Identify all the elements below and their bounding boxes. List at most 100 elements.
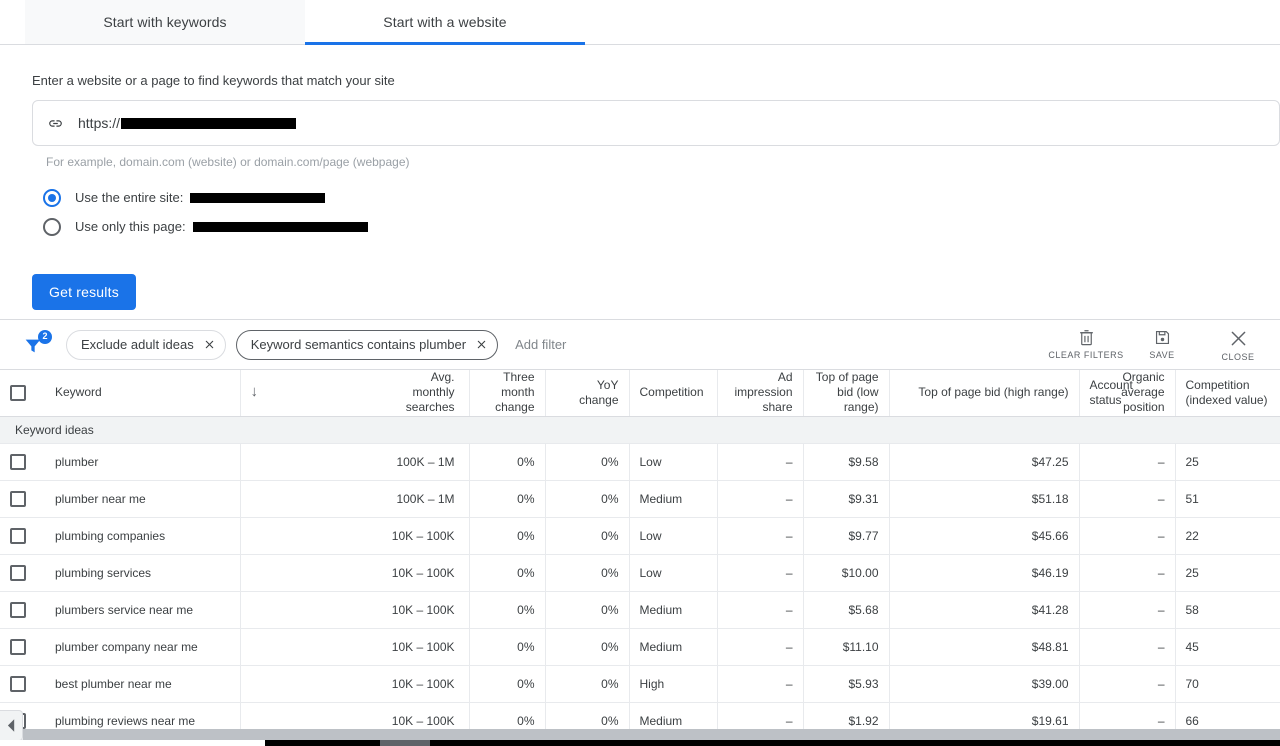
sort-descending-arrow: ↓ — [250, 383, 259, 401]
table-cell-three-month-change: 0% — [469, 665, 546, 703]
column-header-yoy-change[interactable]: YoY change — [545, 370, 630, 417]
column-header-top-of-page-bid-high[interactable]: Top of page bid (high range) — [889, 370, 1080, 417]
filter-count-badge: 2 — [38, 329, 52, 344]
column-label: Ad impression share — [734, 370, 793, 415]
select-all-checkbox[interactable] — [10, 384, 26, 401]
table-cell-ad-impression-share: – — [717, 443, 804, 481]
row-checkbox[interactable] — [10, 490, 26, 507]
table-horizontal-scrollbar[interactable] — [23, 729, 1280, 740]
get-results-button[interactable]: Get results — [32, 274, 136, 310]
close-panel-button[interactable]: CLOSE — [1210, 328, 1266, 362]
row-checkbox[interactable] — [10, 638, 26, 655]
filter-chip-exclude-adult-ideas[interactable]: Exclude adult ideas — [66, 329, 226, 360]
table-cell-keyword: plumber company near me — [0, 628, 241, 666]
table-cell-organic-average-position: – — [1079, 628, 1176, 666]
keyword-ideas-table: Keyword ↓ Avg. monthly searches Three mo… — [0, 370, 1280, 740]
column-header-competition-indexed-value[interactable]: Competition (indexed value) — [1175, 370, 1280, 417]
table-cell-spacer — [240, 517, 381, 555]
table-cell-top-of-page-bid-high: $51.18 — [889, 480, 1080, 518]
table-cell-ad-impression-share: – — [717, 665, 804, 703]
table-group-row: Keyword ideas — [0, 416, 1280, 444]
table-cell-keyword: plumber — [0, 443, 241, 481]
table-cell-competition-indexed-value: 25 — [1175, 443, 1280, 481]
row-checkbox[interactable] — [10, 453, 26, 470]
tab-start-with-a-website[interactable]: Start with a website — [305, 0, 585, 45]
column-header-keyword[interactable]: Keyword — [0, 370, 241, 417]
table-cell-yoy-change: 0% — [545, 591, 630, 629]
table-cell-ad-impression-share: – — [717, 554, 804, 592]
add-filter-button[interactable]: Add filter — [515, 337, 566, 352]
table-cell-top-of-page-bid-low: $11.10 — [803, 628, 890, 666]
table-cell-avg-monthly-searches: 100K – 1M — [381, 480, 470, 518]
scrollbar-track — [0, 740, 265, 746]
action-label: CLEAR FILTERS — [1048, 349, 1124, 360]
table-cell-top-of-page-bid-low: $10.00 — [803, 554, 890, 592]
redacted-page-url — [192, 221, 368, 232]
column-label: Competition (indexed value) — [1185, 377, 1268, 407]
column-header-ad-impression-share[interactable]: Ad impression share — [717, 370, 804, 417]
scrollbar-thumb[interactable] — [380, 740, 430, 746]
table-row[interactable]: plumber company near me 10K – 100K 0% 0% Med… — [0, 628, 1280, 666]
keyword-text: plumber company near me — [55, 639, 198, 654]
column-label: Three month change — [495, 370, 535, 415]
row-checkbox[interactable] — [10, 527, 26, 544]
close-icon[interactable] — [204, 339, 215, 350]
row-checkbox[interactable] — [10, 675, 26, 692]
filter-chip-keyword-semantics[interactable]: Keyword semantics contains plumber — [235, 329, 499, 360]
table-cell-top-of-page-bid-high: $47.25 — [889, 443, 1080, 481]
radio-indicator[interactable] — [43, 188, 61, 207]
column-header-three-month-change[interactable]: Three month change — [469, 370, 546, 417]
close-icon[interactable] — [476, 339, 487, 350]
table-cell-three-month-change: 0% — [469, 443, 546, 481]
table-row[interactable]: plumbing services 10K – 100K 0% 0% Low – $10.0… — [0, 554, 1280, 592]
column-header-top-of-page-bid-low[interactable]: Top of page bid (low range) — [803, 370, 890, 417]
row-checkbox[interactable] — [10, 564, 26, 581]
table-cell-spacer — [240, 591, 381, 629]
table-cell-spacer — [240, 443, 381, 481]
table-row[interactable]: plumber near me 100K – 1M 0% 0% Medium – $9.31… — [0, 480, 1280, 518]
website-url-input[interactable]: https:// — [32, 100, 1280, 146]
sort-indicator-cell[interactable]: ↓ — [240, 370, 381, 417]
save-button[interactable]: SAVE — [1134, 328, 1190, 360]
table-cell-three-month-change: 0% — [469, 480, 546, 518]
radio-use-entire-site[interactable]: Use the entire site: — [43, 183, 1248, 212]
table-cell-top-of-page-bid-high: $41.28 — [889, 591, 1080, 629]
form-instruction: Enter a website or a page to find keywor… — [32, 73, 395, 88]
table-cell-competition: Low — [629, 554, 718, 592]
table-row[interactable]: plumbing companies 10K – 100K 0% 0% Low – $9.7… — [0, 517, 1280, 555]
table-cell-avg-monthly-searches: 10K – 100K — [381, 517, 470, 555]
column-label: Competition — [639, 385, 704, 400]
keyword-text: plumbing reviews near me — [55, 713, 196, 728]
scope-radio-group: Use the entire site: Use only this page: — [43, 183, 1248, 241]
tab-bar: Start with keywords Start with a website — [0, 0, 1280, 45]
table-cell-avg-monthly-searches: 10K – 100K — [381, 591, 470, 629]
collapse-panel-handle[interactable] — [0, 710, 23, 741]
table-cell-top-of-page-bid-low: $9.58 — [803, 443, 890, 481]
table-cell-competition-indexed-value: 70 — [1175, 665, 1280, 703]
table-row[interactable]: best plumber near me 10K – 100K 0% 0% High – $… — [0, 665, 1280, 703]
radio-label: Use only this page: — [75, 219, 186, 234]
table-cell-organic-average-position: – — [1079, 591, 1176, 629]
radio-indicator[interactable] — [43, 217, 61, 236]
redacted-domain — [121, 117, 297, 129]
column-header-avg-monthly-searches[interactable]: Avg. monthly searches — [381, 370, 470, 417]
table-cell-yoy-change: 0% — [545, 443, 630, 481]
browser-horizontal-scrollbar[interactable] — [0, 740, 1280, 746]
radio-use-only-this-page[interactable]: Use only this page: — [43, 212, 1248, 241]
table-row[interactable]: plumber 100K – 1M 0% 0% Low – $9.58 $47.25–25 — [0, 443, 1280, 481]
tab-start-with-keywords[interactable]: Start with keywords — [25, 0, 305, 44]
tab-label: Start with keywords — [103, 14, 227, 30]
close-icon — [1231, 331, 1245, 345]
table-cell-three-month-change: 0% — [469, 628, 546, 666]
table-row[interactable]: plumbers service near me 10K – 100K 0% 0% Me… — [0, 591, 1280, 629]
table-cell-avg-monthly-searches: 10K – 100K — [381, 628, 470, 666]
table-cell-competition: Medium — [629, 628, 718, 666]
table-cell-yoy-change: 0% — [545, 517, 630, 555]
column-label: Top of page bid (high range) — [918, 385, 1069, 400]
row-checkbox[interactable] — [10, 601, 26, 618]
table-cell-competition: Medium — [629, 480, 718, 518]
filter-funnel[interactable]: 2 — [22, 329, 56, 360]
radio-label: Use the entire site: — [75, 190, 184, 205]
clear-filters-button[interactable]: CLEAR FILTERS — [1048, 328, 1123, 360]
column-header-competition[interactable]: Competition — [629, 370, 718, 417]
